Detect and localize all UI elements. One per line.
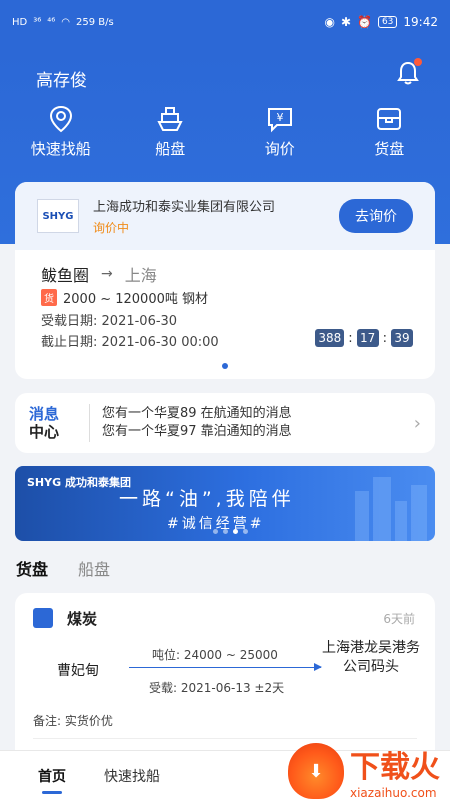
watermark-logo: ⬇ 下载火 xiazaihuo.com — [288, 742, 440, 800]
countdown-seconds: 39 — [391, 329, 413, 347]
watermark-text: 下载火 — [350, 750, 440, 785]
nav-cargo-board[interactable]: 货盘 — [339, 104, 439, 159]
user-name: 高存俊 — [36, 71, 87, 91]
nav-ship-board[interactable]: 船盘 — [120, 104, 220, 159]
bottom-nav-home[interactable]: 首页 — [38, 766, 66, 794]
nav-label: 快速找船 — [30, 140, 91, 158]
message-logo-line2: 中心 — [29, 423, 60, 441]
route-to: 上海 — [124, 266, 157, 285]
chevron-right-icon: › — [413, 412, 421, 434]
countdown-hours: 388 — [315, 329, 345, 347]
route-arrow-line — [129, 663, 322, 671]
banner-indicator — [213, 529, 248, 534]
message-item: 您有一个华夏97 靠泊通知的消息 — [102, 424, 292, 439]
cargo-tonnage: 吨位: 24000 ~ 25000 — [152, 648, 278, 662]
status-indicators: HD ³⁶ ⁴⁶ ◠ 259 B/s — [12, 17, 114, 28]
company-logo: SHYG — [37, 199, 79, 233]
message-center[interactable]: 消息 中心 您有一个华夏89 在航通知的消息 您有一个华夏97 靠泊通知的消息 … — [15, 393, 435, 453]
cargo-listing-card[interactable]: 煤炭 6天前 曹妃甸 吨位: 24000 ~ 25000 受载: 2021-06… — [15, 593, 435, 753]
nav-quick-find-ship[interactable]: 快速找船 — [11, 104, 111, 159]
cargo-from-port: 曹妃甸 — [57, 663, 99, 679]
cargo-time-ago: 6天前 — [383, 612, 415, 626]
signal-1-indicator: ³⁶ — [33, 16, 42, 28]
inquiry-card[interactable]: SHYG 上海成功和泰实业集团有限公司 询价中 去询价 鲅鱼圈 → 上海 货 2… — [15, 182, 435, 379]
cargo-name: 煤炭 — [67, 610, 98, 628]
carousel-indicator — [222, 363, 228, 369]
ship-icon — [157, 107, 183, 131]
nav-inquiry[interactable]: ¥ 询价 — [230, 104, 330, 159]
signal-2-indicator: ⁴⁶ — [47, 16, 56, 28]
divider — [33, 738, 417, 739]
notification-dot — [414, 58, 422, 66]
load-date-line: 受载日期: 2021-06-30 — [41, 310, 177, 329]
wifi-icon: ◠ — [61, 16, 71, 28]
cargo-load-date: 受载: 2021-06-13 ±2天 — [149, 681, 285, 695]
tab-ship-board[interactable]: 船盘 — [78, 556, 110, 580]
board-tabs: 货盘 船盘 — [16, 556, 110, 580]
quick-nav: 快速找船 船盘 ¥ 询价 货盘 — [0, 104, 450, 159]
message-logo-line1: 消息 — [29, 405, 60, 423]
bottom-nav-quick-find-ship[interactable]: 快速找船 — [104, 766, 160, 786]
location-pin-icon — [49, 105, 72, 133]
route-from: 鲅鱼圈 — [41, 266, 90, 285]
company-name: 上海成功和泰实业集团有限公司 — [93, 200, 276, 215]
cargo-note: 备注: 实货价优 — [33, 714, 113, 728]
flame-icon: ⬇ — [288, 743, 344, 799]
bluetooth-icon: ✱ — [340, 15, 351, 29]
alarm-icon: ⏰ — [357, 15, 372, 29]
countdown: 388 : 17 : 39 — [315, 329, 413, 347]
eye-icon: ◉ — [324, 15, 335, 29]
promo-banner[interactable]: SHYG 成功和泰集团 一路“油”,我陪伴 #诚信经营# — [15, 466, 435, 541]
yen-chat-icon: ¥ — [267, 108, 292, 133]
arrow-right-icon: → — [101, 266, 113, 282]
cargo-box-icon — [377, 108, 402, 130]
banner-headline: 一路“油”,我陪伴 — [119, 488, 295, 510]
cargo-to-port: 上海港龙吴港务公司码头 — [322, 640, 420, 675]
inquiry-company-bar: SHYG 上海成功和泰实业集团有限公司 询价中 去询价 — [15, 182, 435, 250]
divider — [89, 404, 90, 442]
deadline-label: 截止日期: — [41, 335, 98, 350]
message-item: 您有一个华夏89 在航通知的消息 — [102, 406, 292, 421]
cargo-box-icon — [33, 608, 53, 628]
load-date-value: 2021-06-30 — [101, 314, 178, 329]
nav-label: 询价 — [264, 140, 295, 158]
countdown-minutes: 17 — [356, 329, 379, 347]
nav-label: 船盘 — [155, 140, 186, 158]
message-list: 您有一个华夏89 在航通知的消息 您有一个华夏97 靠泊通知的消息 — [102, 405, 292, 441]
deadline-value: 2021-06-30 00:00 — [101, 335, 219, 350]
inquiry-status: 询价中 — [93, 221, 130, 235]
net-speed: 259 B/s — [76, 16, 114, 28]
tab-cargo-board[interactable]: 货盘 — [16, 556, 48, 580]
go-inquiry-button[interactable]: 去询价 — [339, 199, 413, 233]
nav-label: 货盘 — [374, 140, 405, 158]
banner-logo: SHYG 成功和泰集团 — [27, 476, 131, 489]
load-date-label: 受载日期: — [41, 314, 98, 329]
deadline-line: 截止日期: 2021-06-30 00:00 — [41, 331, 219, 350]
notification-bell-icon[interactable] — [396, 58, 422, 86]
cargo-desc: 2000 ~ 120000吨 钢材 — [63, 292, 208, 307]
watermark-url: xiazaihuo.com — [350, 786, 437, 800]
message-center-logo: 消息 中心 — [29, 405, 85, 441]
status-bar: HD ³⁶ ⁴⁶ ◠ 259 B/s ◉ ✱ ⏰ 63 19:42 — [0, 0, 450, 44]
inquiry-route: 鲅鱼圈 → 上海 — [41, 262, 157, 286]
clock: 19:42 — [403, 15, 438, 29]
cargo-line: 货 2000 ~ 120000吨 钢材 — [41, 288, 208, 307]
svg-text:¥: ¥ — [276, 111, 283, 124]
hd-indicator: HD — [12, 16, 28, 28]
cargo-tag: 货 — [41, 289, 57, 306]
battery-indicator: 63 — [377, 16, 398, 28]
